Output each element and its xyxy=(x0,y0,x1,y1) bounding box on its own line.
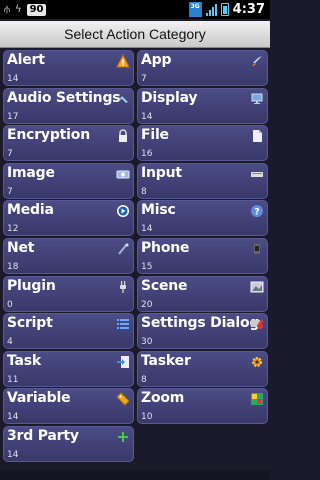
category-count: 11 xyxy=(7,374,19,385)
category-item-encryption[interactable]: Encryption 7 xyxy=(3,125,134,162)
warning-icon xyxy=(116,54,130,68)
category-count: 14 xyxy=(7,449,19,460)
category-label: Script xyxy=(7,315,53,332)
category-item-zoom[interactable]: Zoom 10 xyxy=(137,388,268,425)
monitor-icon xyxy=(250,92,264,106)
category-item-audio-settings[interactable]: Audio Settings 17 xyxy=(3,87,134,124)
category-count: 8 xyxy=(141,186,147,197)
list-icon xyxy=(116,317,130,331)
category-count: 4 xyxy=(7,337,13,348)
tasker-gear-icon xyxy=(250,355,264,369)
category-count: 7 xyxy=(141,74,147,84)
usb-icon: ⫛ xyxy=(4,3,10,15)
image-icon xyxy=(116,167,130,181)
category-item-image[interactable]: Image 7 xyxy=(3,162,134,199)
category-item-script[interactable]: Script 4 xyxy=(3,313,134,350)
category-item-input[interactable]: Input 8 xyxy=(137,162,268,199)
category-count: 7 xyxy=(7,186,13,197)
category-label: Settings Dialog xyxy=(141,315,260,332)
category-count: 30 xyxy=(141,337,153,348)
lock-icon xyxy=(116,129,130,143)
battery-badge: 90 xyxy=(26,3,47,16)
category-label: Tasker xyxy=(141,352,191,369)
tag-icon xyxy=(116,392,130,407)
bottom-edge xyxy=(0,470,270,480)
plus-icon xyxy=(116,430,130,444)
category-item-settings-dialog[interactable]: Settings Dialog 30 xyxy=(137,313,268,350)
clock: 4:37 xyxy=(232,2,265,17)
category-label: Zoom xyxy=(141,390,185,407)
category-count: 17 xyxy=(7,111,19,122)
dialog-title: Select Action Category xyxy=(0,21,270,48)
phone-icon xyxy=(250,242,264,256)
rocket-icon xyxy=(250,54,264,68)
category-item-alert[interactable]: Alert 14 xyxy=(3,50,134,86)
signal-icon xyxy=(205,3,217,16)
task-icon xyxy=(116,355,130,369)
settings-dialog-icon xyxy=(250,317,264,331)
category-item-tasker[interactable]: Tasker 8 xyxy=(137,350,268,387)
category-count: 16 xyxy=(141,149,153,160)
category-label: Phone xyxy=(141,239,190,256)
category-item-app[interactable]: App 7 xyxy=(137,50,268,86)
zoom-widget-icon xyxy=(250,392,264,406)
category-count: 7 xyxy=(7,149,13,160)
battery-icon xyxy=(220,3,229,16)
file-icon xyxy=(250,129,264,143)
category-item-net[interactable]: Net 18 xyxy=(3,237,134,274)
category-item-display[interactable]: Display 14 xyxy=(137,87,268,124)
category-label: Net xyxy=(7,239,35,256)
media-play-icon xyxy=(116,204,130,218)
scene-icon xyxy=(250,280,264,294)
category-count: 18 xyxy=(7,261,19,272)
category-count: 14 xyxy=(7,412,19,423)
audio-settings-icon xyxy=(116,92,130,106)
category-item-task[interactable]: Task 11 xyxy=(3,350,134,387)
plug-icon xyxy=(116,280,130,294)
category-item-plugin[interactable]: Plugin 0 xyxy=(3,275,134,312)
category-count: 12 xyxy=(7,224,19,235)
category-label: Alert xyxy=(7,52,45,68)
category-item-3rd-party[interactable]: 3rd Party 14 xyxy=(3,425,134,462)
category-label: Input xyxy=(141,164,182,181)
category-grid: Alert 14 App 7 Audio Settings 17 Display 14 Encr… xyxy=(3,50,268,462)
status-bar: ⫛ ϟ 90 3G 4:37 xyxy=(0,0,270,19)
category-item-file[interactable]: File 16 xyxy=(137,125,268,162)
category-label: Task xyxy=(7,352,42,369)
category-count: 8 xyxy=(141,374,147,385)
globe-icon xyxy=(116,242,130,256)
category-label: Image xyxy=(7,164,55,181)
category-label: Scene xyxy=(141,277,188,294)
category-label: File xyxy=(141,127,169,144)
keyboard-icon xyxy=(250,167,264,181)
category-count: 0 xyxy=(7,299,13,310)
category-label: Media xyxy=(7,202,54,219)
category-label: 3rd Party xyxy=(7,427,79,444)
category-item-media[interactable]: Media 12 xyxy=(3,200,134,237)
lightning-icon: ϟ xyxy=(14,3,22,15)
category-label: Encryption xyxy=(7,127,90,144)
category-label: App xyxy=(141,52,172,68)
network-type-icon: 3G xyxy=(188,2,202,17)
svg-text:?: ? xyxy=(254,208,259,218)
category-label: Misc xyxy=(141,202,176,219)
category-count: 20 xyxy=(141,299,153,310)
category-count: 14 xyxy=(141,224,153,235)
category-item-variable[interactable]: Variable 14 xyxy=(3,388,134,425)
category-label: Variable xyxy=(7,390,71,407)
category-item-scene[interactable]: Scene 20 xyxy=(137,275,268,312)
category-count: 14 xyxy=(7,74,19,84)
category-count: 10 xyxy=(141,412,153,423)
category-label: Audio Settings xyxy=(7,89,121,106)
category-item-phone[interactable]: Phone 15 xyxy=(137,237,268,274)
category-label: Plugin xyxy=(7,277,56,294)
category-item-misc[interactable]: Misc 14? xyxy=(137,200,268,237)
category-count: 15 xyxy=(141,261,153,272)
help-icon: ? xyxy=(250,204,264,218)
category-count: 14 xyxy=(141,111,153,122)
category-label: Display xyxy=(141,89,198,106)
